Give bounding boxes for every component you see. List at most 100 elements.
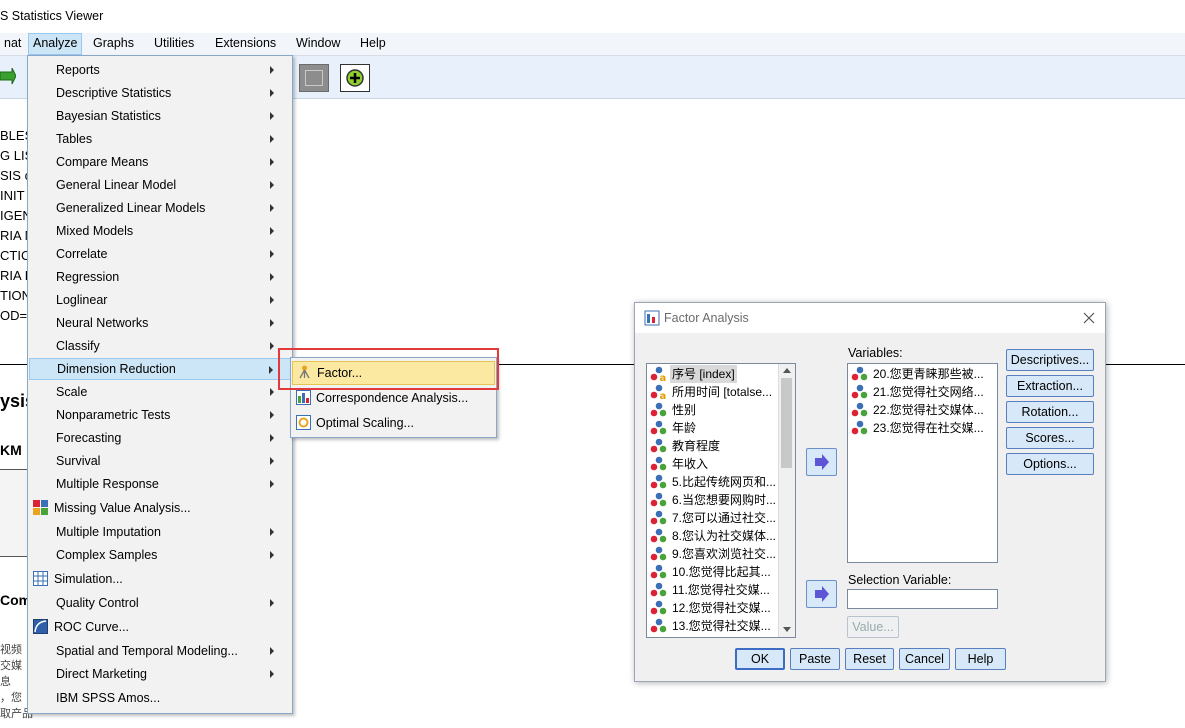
menu-item-multiple-imputation[interactable]: Multiple Imputation: [29, 521, 291, 543]
svg-text:a: a: [660, 391, 667, 400]
submenu-arrow-icon: [270, 319, 274, 327]
rotation-button[interactable]: Rotation...: [1006, 401, 1094, 423]
nominal-variable-icon: [650, 582, 668, 598]
variable-label: 性别: [672, 403, 697, 417]
extraction-button[interactable]: Extraction...: [1006, 375, 1094, 397]
menu-item-generalized-linear-models[interactable]: Generalized Linear Models: [29, 197, 291, 219]
submenu-arrow-icon: [270, 342, 274, 350]
source-list-scrollbar[interactable]: [778, 364, 795, 637]
nominal-variable-icon: [650, 474, 668, 490]
viewer-cjk-text: 视频: [0, 644, 22, 656]
menu-item-classify[interactable]: Classify: [29, 335, 291, 357]
menu-item-scale[interactable]: Scale: [29, 381, 291, 403]
menu-item-complex-samples[interactable]: Complex Samples: [29, 544, 291, 566]
menu-item-bayesian-statistics[interactable]: Bayesian Statistics: [29, 105, 291, 127]
submenu-item-label: Optimal Scaling...: [316, 416, 414, 430]
menu-item-simulation[interactable]: Simulation...: [29, 568, 291, 590]
submenu-arrow-icon: [270, 135, 274, 143]
menu-item-direct-marketing[interactable]: Direct Marketing: [29, 663, 291, 685]
menu-item-survival[interactable]: Survival: [29, 450, 291, 472]
menu-item-regression[interactable]: Regression: [29, 266, 291, 288]
menu-window[interactable]: Window: [292, 33, 344, 55]
help-button[interactable]: Help: [955, 648, 1006, 670]
submenu-arrow-icon: [270, 480, 274, 488]
menu-item-reports[interactable]: Reports: [29, 59, 291, 81]
value-button[interactable]: Value...: [847, 616, 899, 638]
right-arrow-icon: [815, 454, 829, 470]
roc-curve-icon: [33, 619, 48, 634]
options-button[interactable]: Options...: [1006, 453, 1094, 475]
menu-graphs[interactable]: Graphs: [89, 33, 138, 55]
menu-item-nonparametric-tests[interactable]: Nonparametric Tests: [29, 404, 291, 426]
menu-item-label: Direct Marketing: [56, 667, 147, 681]
close-icon[interactable]: [1083, 312, 1095, 324]
selected-variables-list[interactable]: 20.您更青睐那些被... 21.您觉得社交网络... 22.您觉得社交媒体... 2…: [847, 363, 998, 563]
submenu-arrow-icon: [270, 647, 274, 655]
scrollbar-thumb[interactable]: [781, 378, 792, 468]
menu-item-quality-control[interactable]: Quality Control: [29, 592, 291, 614]
move-to-variables-button[interactable]: [806, 448, 837, 476]
viewer-cjk-text: 交媒: [0, 660, 22, 672]
submenu-arrow-icon: [270, 670, 274, 678]
menu-item-ibm-spss-amos[interactable]: IBM SPSS Amos...: [29, 687, 291, 709]
move-to-selection-button[interactable]: [806, 580, 837, 608]
factor-analysis-dialog: Factor Analysis a 序号 [index] a 所用时间 [totals…: [634, 302, 1106, 682]
menu-item-label: Missing Value Analysis...: [54, 501, 191, 515]
menu-item-multiple-response[interactable]: Multiple Response: [29, 473, 291, 495]
variable-label: 10.您觉得比起其...: [672, 565, 771, 579]
menu-item-forecasting[interactable]: Forecasting: [29, 427, 291, 449]
ok-button[interactable]: OK: [735, 648, 785, 670]
nominal-variable-icon: [650, 420, 668, 436]
menu-item-label: ROC Curve...: [54, 620, 130, 634]
menu-item-label: General Linear Model: [56, 178, 177, 192]
menu-item-correlate[interactable]: Correlate: [29, 243, 291, 265]
menu-help[interactable]: Help: [356, 33, 390, 55]
menu-item-neural-networks[interactable]: Neural Networks: [29, 312, 291, 334]
selection-variable-field[interactable]: [847, 589, 998, 609]
reset-button[interactable]: Reset: [845, 648, 894, 670]
menu-nat[interactable]: nat: [0, 33, 25, 55]
right-arrow-icon: [815, 586, 829, 602]
submenu-arrow-icon: [270, 599, 274, 607]
menu-item-loglinear[interactable]: Loglinear: [29, 289, 291, 311]
menubar: nat Analyze Graphs Utilities Extensions Windo…: [0, 33, 1185, 56]
menu-item-compare-means[interactable]: Compare Means: [29, 151, 291, 173]
menu-item-mixed-models[interactable]: Mixed Models: [29, 220, 291, 242]
nominal-variable-icon: [650, 600, 668, 616]
submenu-arrow-icon: [270, 158, 274, 166]
submenu-item-optimal-scaling[interactable]: Optimal Scaling...: [292, 411, 495, 435]
submenu-arrow-icon: [270, 296, 274, 304]
submenu-arrow-icon: [270, 250, 274, 258]
menu-item-spatial-and-temporal-modeling[interactable]: Spatial and Temporal Modeling...: [29, 640, 291, 662]
toolbar-insert-button[interactable]: [340, 64, 370, 92]
menu-item-label: Multiple Response: [56, 477, 159, 491]
menu-analyze[interactable]: Analyze: [28, 33, 83, 55]
menu-extensions[interactable]: Extensions: [211, 33, 280, 55]
menu-item-dimension-reduction[interactable]: Dimension Reduction: [29, 358, 291, 380]
nominal-variable-icon: [650, 618, 668, 634]
menu-item-descriptive-statistics[interactable]: Descriptive Statistics: [29, 82, 291, 104]
menu-item-roc-curve[interactable]: ROC Curve...: [29, 616, 291, 638]
menu-utilities[interactable]: Utilities: [150, 33, 198, 55]
descriptives-button[interactable]: Descriptives...: [1006, 349, 1094, 371]
string-variable-icon: a: [650, 366, 668, 384]
window-title-bar: S Statistics Viewer: [0, 0, 1185, 33]
submenu-arrow-icon: [270, 112, 274, 120]
insert-plus-icon: [346, 69, 364, 87]
variable-label: 7.您可以通过社交...: [672, 511, 777, 525]
menu-item-general-linear-model[interactable]: General Linear Model: [29, 174, 291, 196]
cancel-button[interactable]: Cancel: [899, 648, 950, 670]
submenu-arrow-icon: [270, 89, 274, 97]
toolbar-hide-button[interactable]: [299, 64, 329, 92]
source-variable-list[interactable]: a 序号 [index] a 所用时间 [totalse... 性别 年龄 教育程度 年收入 5…: [646, 363, 796, 638]
variable-label: 20.您更青睐那些被...: [873, 367, 984, 381]
menu-item-label: Neural Networks: [56, 316, 149, 330]
menu-item-missing-value-analysis[interactable]: Missing Value Analysis...: [29, 497, 291, 519]
toolbar-forward-icon[interactable]: [0, 67, 17, 86]
nominal-variable-icon: [851, 420, 869, 436]
paste-button[interactable]: Paste: [790, 648, 840, 670]
nominal-variable-icon: [650, 402, 668, 418]
submenu-arrow-icon: [270, 434, 274, 442]
scores-button[interactable]: Scores...: [1006, 427, 1094, 449]
menu-item-tables[interactable]: Tables: [29, 128, 291, 150]
